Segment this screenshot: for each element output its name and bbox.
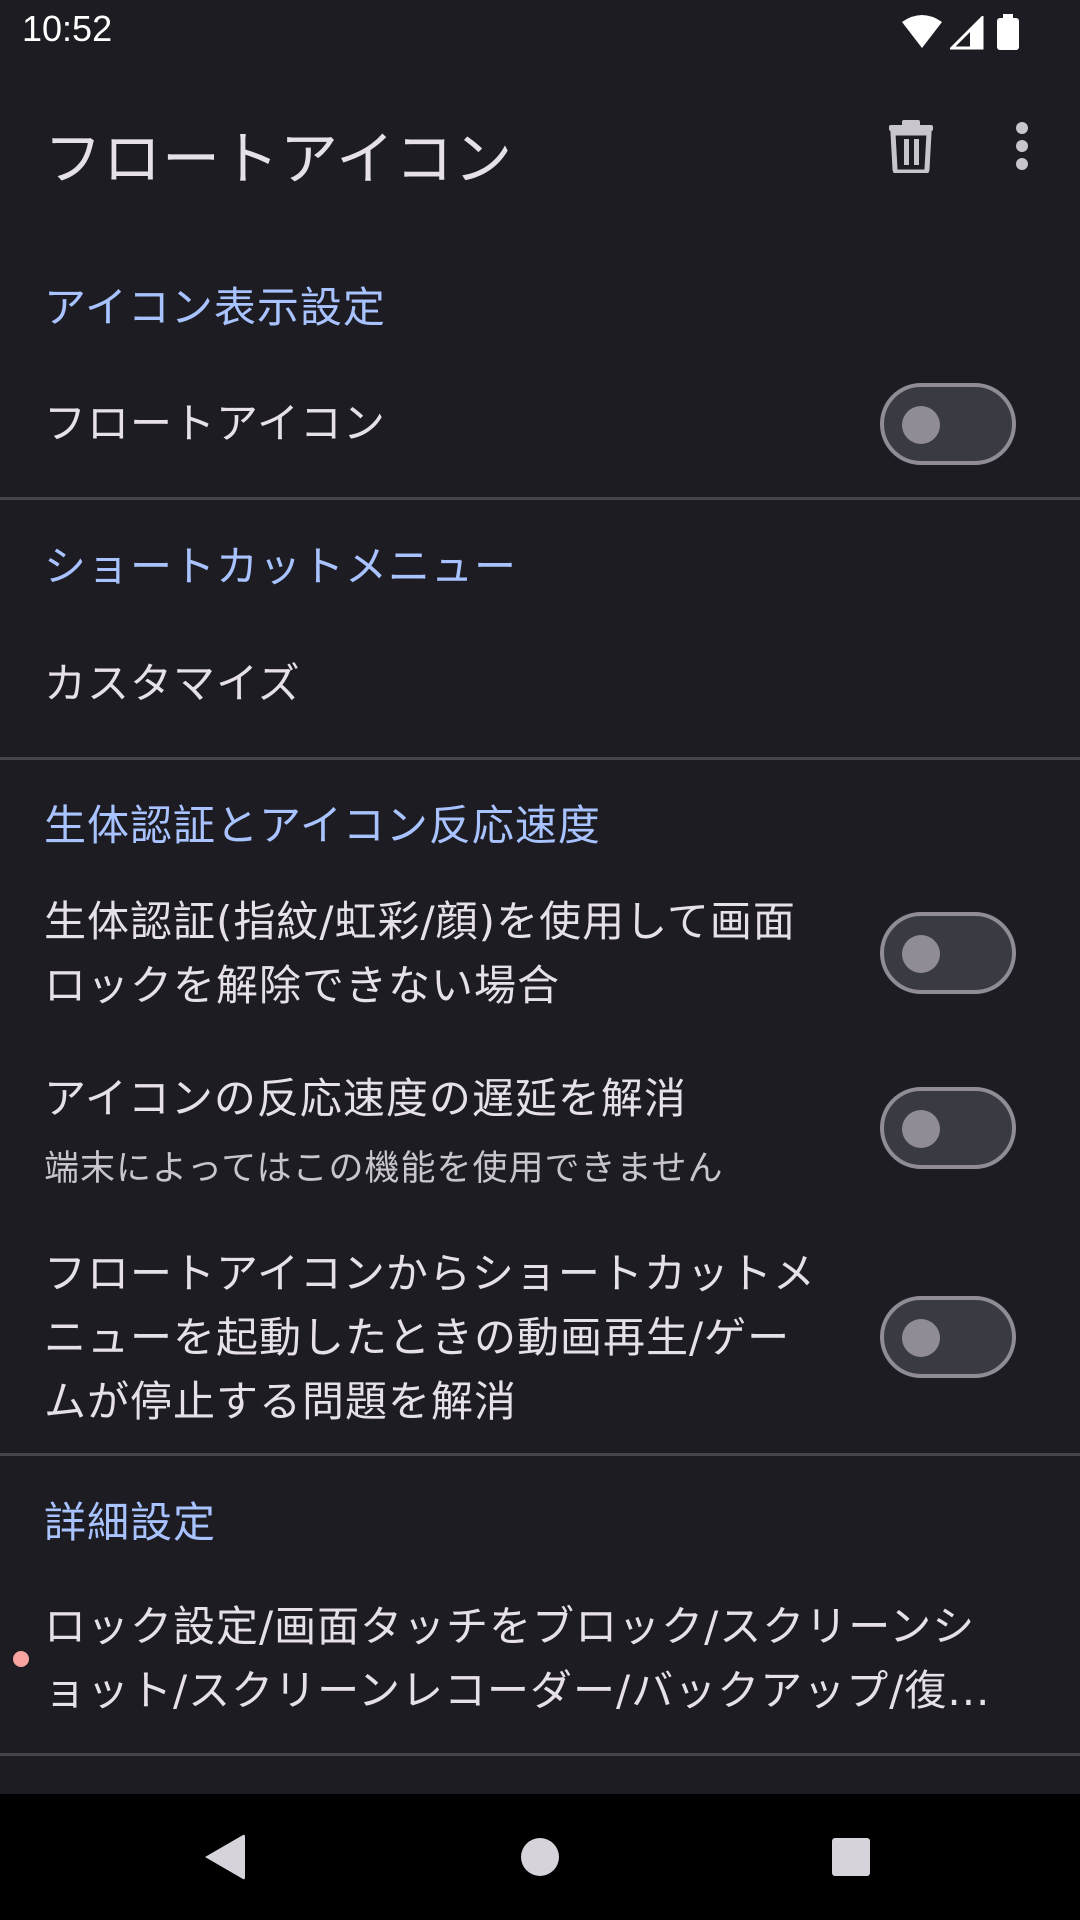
switch-thumb [902, 406, 940, 444]
float-icon-label[interactable]: フロートアイコン [44, 392, 386, 456]
section-header-icon-display: アイコン表示設定 [44, 283, 386, 332]
back-button[interactable] [170, 1802, 280, 1912]
divider [0, 1453, 1080, 1456]
video-fix-switch[interactable] [880, 1296, 1016, 1378]
recents-button[interactable] [796, 1802, 906, 1912]
signal-icon [950, 16, 984, 50]
divider [0, 1753, 1080, 1756]
navigation-bar [0, 1794, 1080, 1920]
more-options-button[interactable] [974, 98, 1070, 194]
indicator-dot [13, 1651, 29, 1667]
section-header-shortcut-menu: ショートカットメニュー [44, 542, 518, 591]
section-header-biometric: 生体認証とアイコン反応速度 [44, 801, 601, 850]
switch-thumb [902, 1110, 940, 1148]
back-icon [205, 1834, 245, 1880]
delay-fix-summary: 端末によってはこの機能を使用できません [44, 1149, 724, 1189]
biometric-unlock-label[interactable]: 生体認証(指紋/虹彩/顔)を使用して画面ロックを解除できない場合 [44, 890, 824, 1018]
delay-fix-label[interactable]: アイコンの反応速度の遅延を解消 [44, 1067, 687, 1131]
status-time: 10:52 [22, 8, 113, 49]
app-bar: フロートアイコン [0, 64, 1080, 232]
switch-thumb [902, 935, 940, 973]
section-header-advanced: 詳細設定 [44, 1498, 217, 1547]
status-icons [900, 14, 1030, 50]
wifi-icon [902, 15, 942, 48]
divider [0, 497, 1080, 500]
customize-item[interactable]: カスタマイズ [44, 652, 301, 716]
video-fix-label[interactable]: フロートアイコンからショートカットメニューを起動したときの動画再生/ゲームが停止… [44, 1242, 824, 1434]
more-vert-icon [1016, 122, 1028, 170]
delete-icon [889, 120, 933, 173]
biometric-unlock-switch[interactable] [880, 912, 1016, 994]
page-title: フロートアイコン [44, 125, 514, 193]
switch-thumb [902, 1319, 940, 1357]
advanced-settings-item[interactable]: ロック設定/画面タッチをブロック/スクリーンショット/スクリーンレコーダー/バッ… [44, 1595, 1004, 1723]
home-button[interactable] [485, 1802, 595, 1912]
delete-button[interactable] [863, 98, 959, 194]
recents-icon [832, 1838, 870, 1876]
battery-icon [997, 14, 1019, 50]
delay-fix-switch[interactable] [880, 1087, 1016, 1169]
float-icon-switch[interactable] [880, 383, 1016, 465]
status-bar: 10:52 [0, 0, 1080, 64]
home-icon [521, 1838, 559, 1876]
divider [0, 757, 1080, 760]
